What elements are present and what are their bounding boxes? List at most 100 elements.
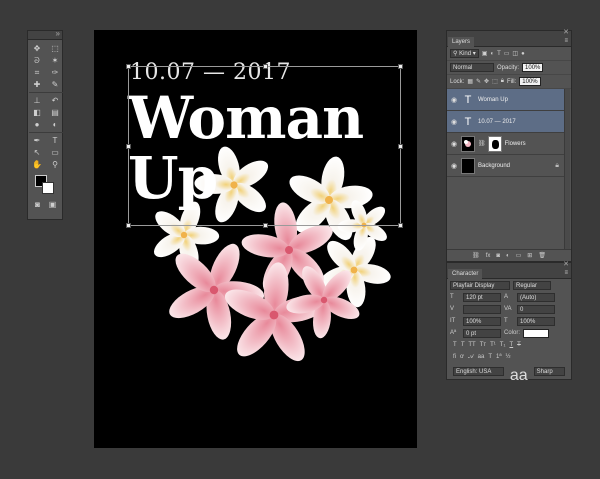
filter-type-icon[interactable]: T — [497, 51, 501, 57]
lock-image-icon[interactable]: ✎ — [476, 78, 481, 85]
brush-icon[interactable]: ✎ — [47, 79, 63, 90]
all-caps-icon[interactable]: TT — [468, 342, 475, 348]
font-style-select[interactable]: Regular — [513, 280, 551, 290]
layer-style-icon[interactable]: fx — [486, 253, 491, 259]
tracking-select[interactable]: 0 — [517, 304, 555, 314]
tab-character[interactable]: Character — [448, 269, 483, 279]
transform-handle-l[interactable] — [126, 144, 131, 149]
document-canvas[interactable]: 10.07 — 2017 Woman Up — [94, 30, 417, 448]
ligatures-icon[interactable]: ﬁ — [453, 354, 456, 361]
visibility-eye-icon[interactable]: ◉ — [447, 96, 461, 104]
opacity-field[interactable]: 100% — [522, 63, 544, 72]
swash-icon[interactable]: 𝒜 — [468, 354, 474, 361]
color-swatches[interactable] — [32, 175, 62, 197]
horizontal-scale-field[interactable]: 100% — [517, 316, 555, 326]
new-layer-icon[interactable]: ⊞ — [527, 252, 532, 259]
marquee-icon[interactable]: ⬚ — [47, 43, 63, 54]
baseline-shift-field[interactable]: 0 pt — [463, 328, 501, 338]
layers-scrollbar[interactable] — [564, 89, 570, 249]
transform-handle-b[interactable] — [262, 223, 268, 228]
text-color-swatch[interactable] — [523, 328, 550, 338]
visibility-eye-icon[interactable]: ◉ — [447, 162, 461, 170]
leading-select[interactable]: (Auto) — [517, 292, 555, 302]
layer-woman-up[interactable]: ◉ T Woman Up — [447, 89, 565, 111]
move-icon[interactable]: ✥ — [29, 43, 45, 54]
path-selection-icon[interactable]: ↖ — [29, 147, 45, 158]
kerning-select[interactable] — [463, 304, 501, 314]
filter-smart-object-icon[interactable]: ◫ — [512, 50, 518, 57]
close-icon[interactable]: » — [56, 29, 60, 38]
transform-bounding-box[interactable] — [126, 64, 403, 228]
layer-flowers[interactable]: ◉ ⛓ Flowers — [447, 133, 565, 155]
faux-bold-icon[interactable]: T — [453, 342, 457, 348]
visibility-eye-icon[interactable]: ◉ — [447, 140, 461, 148]
ordinals-icon[interactable]: 1ª — [496, 354, 502, 361]
transform-handle-tl[interactable] — [126, 64, 131, 69]
fill-field[interactable]: 100% — [519, 77, 541, 86]
add-mask-icon[interactable]: ◙ — [496, 253, 500, 259]
titling-icon[interactable]: T — [488, 354, 492, 361]
gradient-icon[interactable]: ▤ — [47, 107, 63, 118]
hand-icon[interactable]: ✋ — [29, 159, 45, 170]
delete-layer-icon[interactable]: 🗑︎ — [538, 252, 546, 259]
link-layers-icon[interactable]: ⛓ — [472, 252, 480, 259]
close-icon[interactable]: ✕ — [563, 260, 569, 268]
magic-wand-icon[interactable]: ✶ — [47, 55, 63, 66]
lock-transparent-icon[interactable]: ▦ — [467, 78, 473, 85]
eraser-icon[interactable]: ◧ — [29, 107, 45, 118]
lock-artboard-icon[interactable]: ⬚ — [492, 78, 498, 85]
dodge-icon[interactable]: ◐ — [47, 119, 63, 130]
tab-layers[interactable]: Layers — [448, 37, 475, 47]
link-icon[interactable]: ⛓ — [478, 140, 486, 147]
filter-shape-icon[interactable]: ▭ — [504, 50, 510, 57]
background-color-swatch[interactable] — [42, 182, 54, 194]
filter-toggle-icon[interactable]: ● — [521, 51, 525, 57]
type-icon[interactable]: T — [47, 135, 63, 146]
alternates-icon[interactable]: aa — [478, 354, 485, 361]
filter-pixel-icon[interactable]: ▣ — [482, 50, 488, 57]
panel-menu-icon[interactable]: ≡ — [564, 38, 568, 44]
subscript-icon[interactable]: T₁ — [500, 342, 506, 348]
pen-icon[interactable]: ✒ — [29, 135, 45, 146]
underline-icon[interactable]: T — [509, 342, 513, 348]
transform-handle-br[interactable] — [398, 223, 403, 228]
lasso-icon[interactable]: ᘐ — [29, 55, 45, 66]
transform-handle-r[interactable] — [398, 144, 403, 149]
new-group-icon[interactable]: ▭ — [516, 252, 522, 259]
history-brush-icon[interactable]: ↶ — [47, 95, 63, 106]
faux-italic-icon[interactable]: T — [461, 342, 465, 348]
fractions-icon[interactable]: ½ — [506, 354, 511, 361]
old-style-icon[interactable]: ơ — [460, 354, 464, 361]
quick-mask-icon[interactable]: ◙ — [32, 199, 43, 210]
tools-panel-grip[interactable]: » — [28, 29, 62, 40]
layer-background[interactable]: ◉ Background 🔒︎ — [447, 155, 565, 177]
font-family-select[interactable]: Playfair Display — [450, 280, 510, 290]
blend-mode-select[interactable]: Normal — [450, 63, 494, 72]
kind-filter-select[interactable]: ⚲ Kind ▾ — [450, 49, 479, 58]
transform-handle-tr[interactable] — [398, 64, 403, 69]
layer-mask-thumbnail[interactable] — [487, 135, 502, 152]
layer-date[interactable]: ◉ T 10.07 — 2017 — [447, 111, 565, 133]
panel-menu-icon[interactable]: ≡ — [564, 270, 568, 276]
visibility-eye-icon[interactable]: ◉ — [447, 118, 461, 126]
crop-icon[interactable]: ⌗ — [29, 67, 45, 78]
filter-adjustment-icon[interactable]: ◐ — [490, 51, 494, 57]
zoom-icon[interactable]: ⚲ — [47, 159, 63, 170]
superscript-icon[interactable]: T¹ — [490, 342, 496, 348]
screen-mode-icon[interactable]: ▣ — [47, 199, 58, 210]
lock-position-icon[interactable]: ✥ — [484, 78, 489, 85]
close-icon[interactable]: ✕ — [563, 28, 569, 36]
eyedropper-icon[interactable]: ✑ — [47, 67, 63, 78]
transform-handle-t[interactable] — [262, 64, 268, 69]
lock-all-icon[interactable]: 🔒︎ — [501, 78, 504, 85]
language-select[interactable]: English: USA — [453, 367, 504, 376]
blur-icon[interactable]: ● — [29, 119, 45, 130]
font-size-select[interactable]: 120 pt — [463, 292, 501, 302]
healing-brush-icon[interactable]: ✚ — [29, 79, 45, 90]
adjustment-layer-icon[interactable]: ◐ — [506, 253, 510, 259]
rectangle-icon[interactable]: ▭ — [47, 147, 63, 158]
vertical-scale-field[interactable]: 100% — [463, 316, 501, 326]
strikethrough-icon[interactable]: T — [517, 342, 521, 348]
small-caps-icon[interactable]: Tт — [480, 342, 486, 348]
clone-stamp-icon[interactable]: ⊥ — [29, 95, 45, 106]
